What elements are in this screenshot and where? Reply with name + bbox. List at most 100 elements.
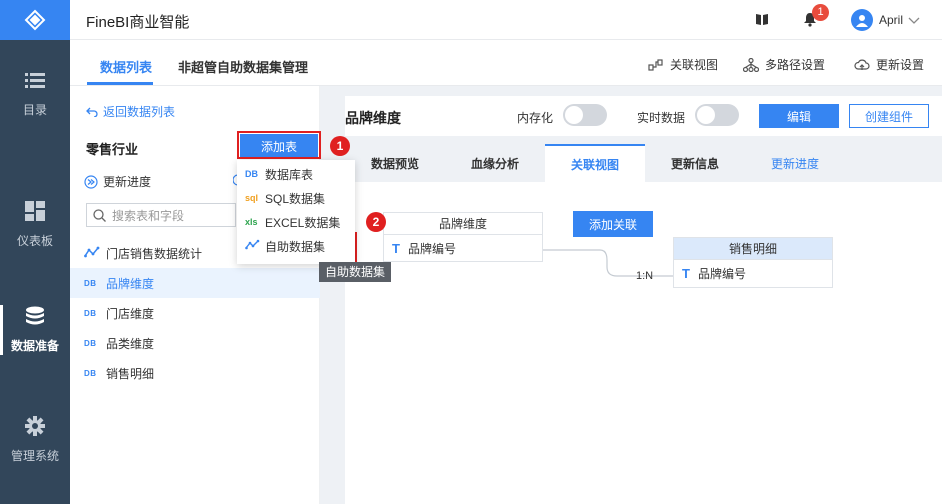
notification-badge: 1 xyxy=(812,4,829,21)
text-field-icon: T xyxy=(392,240,400,256)
entity-header: 销售明细 xyxy=(674,238,832,260)
menu-item-label: SQL数据集 xyxy=(265,191,326,206)
search-icon xyxy=(93,208,106,222)
app-logo[interactable] xyxy=(0,0,70,40)
tab-data-preview[interactable]: 数据预览 xyxy=(345,144,445,182)
in-memory-toggle[interactable] xyxy=(563,104,607,126)
nav-item-data-prep[interactable]: 数据准备 xyxy=(0,295,70,365)
nav-label: 管理系统 xyxy=(10,449,59,463)
multipath-label: 多路径设置 xyxy=(765,58,826,72)
excel-icon: xls xyxy=(245,217,258,227)
menu-item-db-table[interactable]: DB 数据库表 xyxy=(237,162,355,186)
sql-icon: sql xyxy=(245,193,259,203)
menu-item-label: 数据库表 xyxy=(265,167,314,182)
relation-cardinality: 1:N xyxy=(636,270,654,282)
nav-label: 目录 xyxy=(22,103,47,117)
list-item-label: 品牌维度 xyxy=(106,276,155,291)
dashboard-icon xyxy=(25,201,45,224)
list-item-label: 销售明细 xyxy=(106,366,155,381)
update-progress-label: 更新进度 xyxy=(103,175,152,189)
list-item-label: 门店销售数据统计 xyxy=(106,246,203,261)
tab-self-service-mgmt[interactable]: 非超管自助数据集管理 xyxy=(178,57,308,76)
chevron-down-icon[interactable] xyxy=(908,14,920,28)
page-title: 品牌维度 xyxy=(345,110,401,126)
nav-item-catalog[interactable]: 目录 xyxy=(0,60,70,130)
update-settings-button[interactable]: 更新设置 xyxy=(854,56,924,73)
page-tabs: 数据列表 非超管自助数据集管理 关联视图 多路径设置 更新设置 xyxy=(70,40,942,86)
add-table-menu: DB 数据库表 sql SQL数据集 xls EXCEL数据集 自助数据集 xyxy=(237,160,355,264)
entity-header: 品牌维度 xyxy=(384,213,542,235)
db-table-icon: DB xyxy=(84,338,97,348)
logo-icon xyxy=(24,9,46,31)
detail-tabs: 数据预览 血缘分析 关联视图 更新信息 更新进度 xyxy=(345,144,942,182)
app-title: FineBI商业智能 xyxy=(86,14,190,31)
db-icon: DB xyxy=(245,169,258,179)
list-item[interactable]: DB 销售明细 xyxy=(70,358,320,388)
self-dataset-icon xyxy=(84,246,106,261)
realtime-label: 实时数据 xyxy=(637,111,686,125)
step-marker-2: 2 xyxy=(366,212,386,232)
field-name: 品牌编号 xyxy=(697,266,746,281)
edit-button[interactable]: 编辑 xyxy=(759,104,839,128)
text-field-icon: T xyxy=(682,265,690,281)
menu-item-label: EXCEL数据集 xyxy=(265,215,341,230)
top-bar: FineBI商业智能 1 April xyxy=(70,0,942,40)
field-name: 品牌编号 xyxy=(407,241,456,256)
user-icon xyxy=(856,15,868,27)
menu-item-self-dataset[interactable]: 自助数据集 xyxy=(237,234,355,258)
tab-data-list[interactable]: 数据列表 xyxy=(100,57,152,76)
nav-label: 仪表板 xyxy=(16,234,53,248)
entity-field[interactable]: T 品牌编号 xyxy=(674,260,832,286)
tab-update-info[interactable]: 更新信息 xyxy=(645,144,745,182)
search-placeholder: 搜索表和字段 xyxy=(112,208,185,223)
database-icon xyxy=(25,306,45,329)
update-progress-button[interactable]: 更新进度 xyxy=(84,173,151,190)
create-component-button[interactable]: 创建组件 xyxy=(849,104,929,128)
tab-update-progress[interactable]: 更新进度 xyxy=(745,144,845,182)
tab-relation-view[interactable]: 关联视图 xyxy=(545,144,645,182)
entity-sales-detail[interactable]: 销售明细 T 品牌编号 xyxy=(673,237,833,288)
tab-lineage[interactable]: 血缘分析 xyxy=(445,144,545,182)
menu-item-sql-dataset[interactable]: sql SQL数据集 xyxy=(237,186,355,210)
relation-view-label: 关联视图 xyxy=(670,58,719,72)
back-arrow-icon xyxy=(86,107,98,117)
back-to-list-link[interactable]: 返回数据列表 xyxy=(86,103,175,120)
book-icon[interactable] xyxy=(755,12,769,29)
entity-brand-dimension[interactable]: 品牌维度 T 品牌编号 xyxy=(383,212,543,262)
list-item[interactable]: DB 门店维度 xyxy=(70,298,320,328)
fast-forward-icon xyxy=(84,174,98,189)
relation-view-icon xyxy=(648,58,663,71)
realtime-toggle[interactable] xyxy=(695,104,739,126)
relation-view-button[interactable]: 关联视图 xyxy=(648,56,718,73)
left-nav: 目录 仪表板 数据准备 管理系统 xyxy=(0,0,70,504)
db-table-icon: DB xyxy=(84,278,97,288)
nav-label: 数据准备 xyxy=(10,339,59,353)
tooltip: 自助数据集 xyxy=(319,262,392,282)
multipath-button[interactable]: 多路径设置 xyxy=(743,56,825,73)
step-marker-1: 1 xyxy=(330,136,350,156)
gear-icon xyxy=(25,416,45,439)
in-memory-label: 内存化 xyxy=(517,111,554,125)
menu-item-excel-dataset[interactable]: xls EXCEL数据集 xyxy=(237,210,355,234)
list-item-label: 门店维度 xyxy=(106,306,155,321)
add-relation-button[interactable]: 添加关联 xyxy=(573,211,653,237)
list-item-label: 品类维度 xyxy=(106,336,155,351)
menu-item-label: 自助数据集 xyxy=(265,239,326,254)
cloud-icon xyxy=(854,59,870,70)
search-input[interactable]: 搜索表和字段 xyxy=(86,203,236,227)
update-settings-label: 更新设置 xyxy=(876,58,925,72)
multipath-icon xyxy=(743,57,759,72)
avatar[interactable] xyxy=(851,9,873,31)
db-table-icon: DB xyxy=(84,368,97,378)
user-name[interactable]: April xyxy=(879,13,903,27)
list-item[interactable]: DB 品类维度 xyxy=(70,328,320,358)
list-item[interactable]: DB 品牌维度 xyxy=(70,268,320,298)
self-dataset-icon xyxy=(245,239,265,253)
nav-item-admin[interactable]: 管理系统 xyxy=(0,405,70,475)
active-tab-underline xyxy=(87,82,153,85)
nav-item-dashboard[interactable]: 仪表板 xyxy=(0,190,70,260)
list-icon xyxy=(25,72,45,93)
db-table-icon: DB xyxy=(84,308,97,318)
entity-field[interactable]: T 品牌编号 xyxy=(384,235,542,261)
package-title: 零售行业 xyxy=(86,142,139,157)
